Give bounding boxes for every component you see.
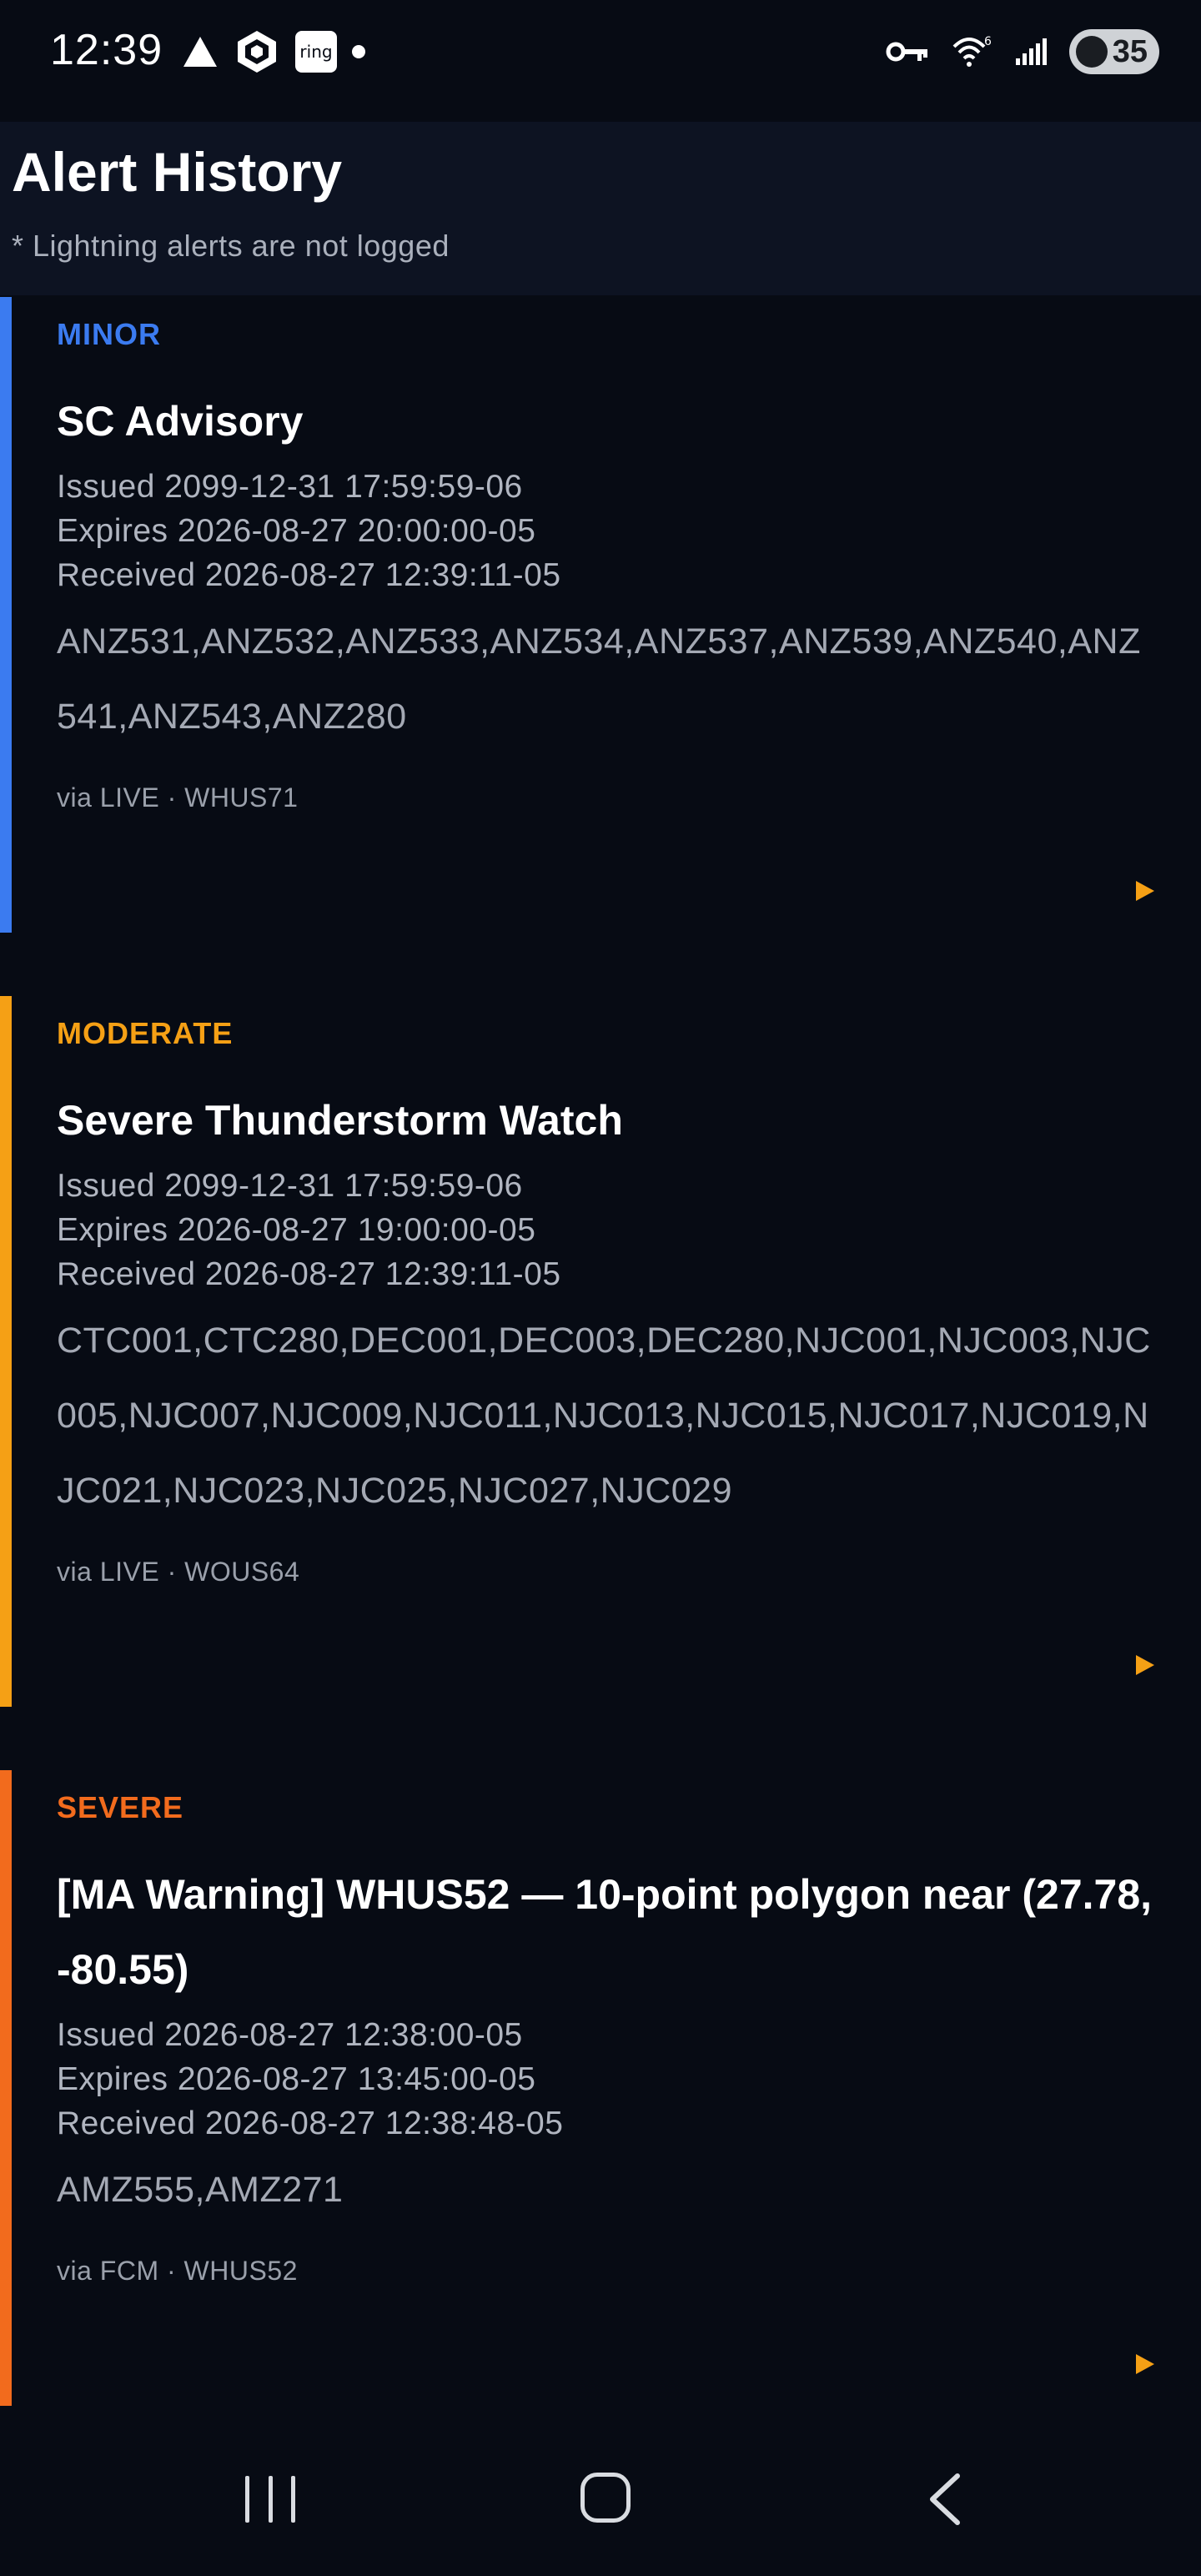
expires-text: Expires 2026-08-27 13:45:00-05 <box>57 2061 536 2097</box>
zone-list: AMZ555,AMZ271 <box>57 2170 344 2210</box>
alert-title: SC Advisory <box>57 398 304 445</box>
navigation-bar <box>0 2436 1201 2576</box>
recents-icon-bar <box>268 2476 273 2523</box>
alert-card[interactable]: MODERATE Severe Thunderstorm Watch Issue… <box>0 996 1201 1707</box>
recents-icon-bar <box>245 2476 249 2523</box>
source-text: via LIVE · WOUS64 <box>57 1557 300 1587</box>
warning-triangle-icon <box>183 37 217 67</box>
received-text: Received 2026-08-27 12:38:48-05 <box>57 2106 564 2141</box>
header: Alert History * Lightning alerts are not… <box>0 122 1201 295</box>
home-button[interactable] <box>580 2473 631 2523</box>
source-text: via LIVE · WHUS71 <box>57 782 299 813</box>
severity-label: MODERATE <box>57 1016 234 1050</box>
source-text: via FCM · WHUS52 <box>57 2256 298 2286</box>
play-icon[interactable] <box>1136 881 1154 901</box>
battery-indicator: 35 <box>1069 29 1159 74</box>
status-left-icons: ring <box>182 25 365 78</box>
cell-signal-icon <box>1016 38 1047 65</box>
svg-text:6: 6 <box>984 35 992 48</box>
play-icon[interactable] <box>1136 1655 1154 1675</box>
page-title: Alert History <box>12 141 343 203</box>
vpn-key-icon <box>886 42 927 62</box>
status-right-icons: 6 35 <box>886 25 1159 78</box>
battery-level: 35 <box>1112 33 1148 69</box>
play-icon[interactable] <box>1136 2354 1154 2374</box>
status-time: 12:39 <box>50 26 163 74</box>
recents-button[interactable] <box>245 2476 295 2523</box>
notification-dot-icon <box>352 45 365 58</box>
recents-icon-bar <box>291 2476 295 2523</box>
alert-card[interactable]: MINOR SC Advisory Issued 2099-12-31 17:5… <box>0 297 1201 933</box>
alert-title: [MA Warning] WHUS52 — 10-point polygon n… <box>57 1871 1153 1993</box>
severity-label: MINOR <box>57 317 161 351</box>
zone-list: CTC001,CTC280,DEC001,DEC003,DEC280,NJC00… <box>57 1321 1151 1511</box>
issued-text: Issued 2026-08-27 12:38:00-05 <box>57 2017 523 2053</box>
status-bar: 12:39 ring 6 35 <box>0 0 1201 108</box>
severity-label: SEVERE <box>57 1790 184 1824</box>
page-subtitle: * Lightning alerts are not logged <box>12 229 450 263</box>
issued-text: Issued 2099-12-31 17:59:59-06 <box>57 1168 523 1204</box>
ring-app-icon: ring <box>295 31 337 73</box>
zone-list: ANZ531,ANZ532,ANZ533,ANZ534,ANZ537,ANZ53… <box>57 621 1141 737</box>
wifi-6-icon: 6 <box>952 35 992 67</box>
expires-text: Expires 2026-08-27 20:00:00-05 <box>57 513 536 549</box>
severity-stripe <box>0 297 12 933</box>
expires-text: Expires 2026-08-27 19:00:00-05 <box>57 1212 536 1248</box>
severity-stripe <box>0 996 12 1707</box>
back-button[interactable] <box>921 2473 971 2526</box>
received-text: Received 2026-08-27 12:39:11-05 <box>57 557 561 593</box>
issued-text: Issued 2099-12-31 17:59:59-06 <box>57 469 523 505</box>
severity-stripe <box>0 1770 12 2406</box>
received-text: Received 2026-08-27 12:39:11-05 <box>57 1256 561 1292</box>
crypto-app-icon <box>238 31 276 73</box>
alert-title: Severe Thunderstorm Watch <box>57 1097 623 1144</box>
alert-card[interactable]: SEVERE [MA Warning] WHUS52 — 10-point po… <box>0 1770 1201 2406</box>
battery-saver-icon <box>1076 36 1108 68</box>
